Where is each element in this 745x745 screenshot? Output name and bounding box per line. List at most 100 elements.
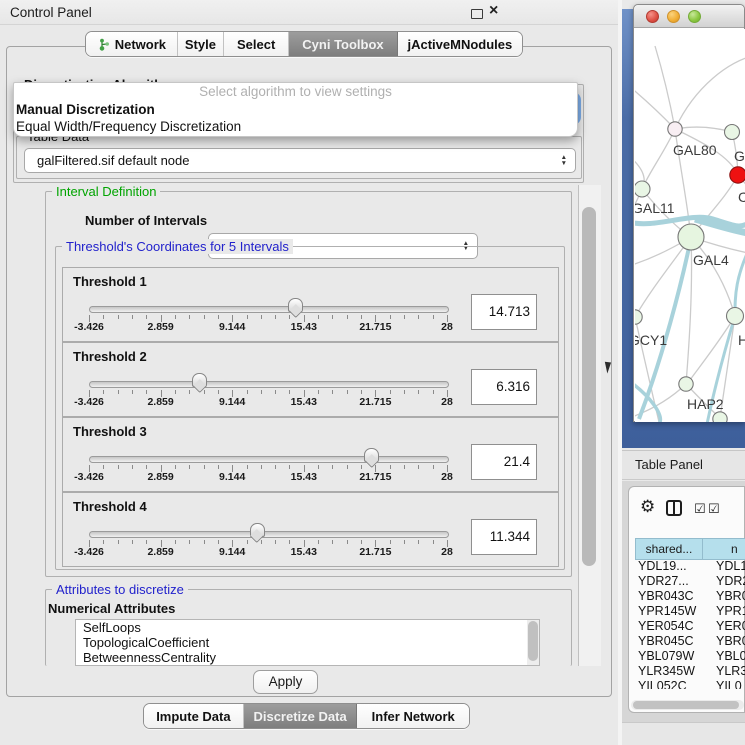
split-columns-icon[interactable] [666,500,682,516]
minor-tick [390,540,391,544]
cell-name[interactable]: YBR0 [716,634,745,648]
threshold-4-slider-thumb[interactable] [250,523,265,542]
threshold-3-slider-track[interactable] [89,456,449,463]
table-row[interactable]: YBR043C YBR0 [638,589,745,604]
cell-shared-name[interactable]: YBR045C [638,634,694,648]
node-label-gal4: GAL4 [693,252,729,268]
minimize-traffic-light[interactable] [667,10,680,23]
tab-network[interactable]: Network [86,32,178,56]
dropdown-option-equal-width-frequency[interactable]: Equal Width/Frequency Discretization [16,119,575,137]
tab-style[interactable]: Style [178,32,224,56]
zoom-traffic-light[interactable] [688,10,701,23]
cell-shared-name[interactable]: YPR145W [638,604,696,618]
node-hap2[interactable] [679,377,693,391]
cell-name[interactable]: YBR0 [716,589,745,603]
attributes-list-scroll-thumb[interactable] [528,621,538,661]
close-icon[interactable]: × [489,2,498,20]
node-gal80[interactable] [668,122,682,136]
table-row[interactable]: YLR345W YLR3 [638,664,745,679]
tab-cyni-toolbox[interactable]: Cyni Toolbox [289,32,398,56]
tab-infer-network[interactable]: Infer Network [357,704,469,728]
dropdown-option-manual-discretization[interactable]: Manual Discretization [16,102,575,120]
unselect-all-columns-icon[interactable]: ☑ [708,501,720,517]
table-row[interactable]: YDR27... YDR2 [638,574,745,589]
cell-shared-name[interactable]: YER054C [638,619,694,633]
minor-tick [204,540,205,544]
table-row[interactable]: YBR045C YBR0 [638,634,745,649]
column-header-shared-name[interactable]: shared... [635,538,703,560]
cell-name[interactable]: YER0 [716,619,745,633]
tab-select[interactable]: Select [224,32,289,56]
minor-tick [218,540,219,544]
minor-tick [347,465,348,469]
apply-button[interactable]: Apply [253,670,318,694]
table-row[interactable]: YIL052C YIL0 [638,679,745,689]
network-icon [97,38,110,51]
network-view-window[interactable]: GAL80 GA C GAL11 GAL4 GCY1 H HAP2 [633,4,745,422]
tab-jactivemnodules[interactable]: jActiveMNodules [398,32,522,56]
node-h[interactable] [727,308,744,325]
minor-tick [433,540,434,544]
cell-name[interactable]: YBL0 [716,649,745,663]
threshold-2-slider-track[interactable] [89,381,449,388]
network-window-titlebar[interactable] [634,5,744,28]
float-window-icon[interactable] [471,9,483,19]
tab-discretize-data[interactable]: Discretize Data [244,704,358,728]
cell-name[interactable]: YPR1 [716,604,745,618]
table-data-combobox[interactable]: galFiltered.sif default node ▲▼ [24,148,576,173]
threshold-2-value-field[interactable]: 6.316 [471,369,537,405]
table-row[interactable]: YPR145W YPR1 [638,604,745,619]
settings-scroll-thumb[interactable] [582,207,596,566]
cell-shared-name[interactable]: YLR345W [638,664,695,678]
cell-shared-name[interactable]: YBL079W [638,649,694,663]
tab-impute-data[interactable]: Impute Data [144,704,244,728]
minor-tick [404,465,405,469]
minor-tick [218,465,219,469]
threshold-4-slider-track[interactable] [89,531,449,538]
minor-tick [332,390,333,394]
threshold-2-slider-thumb[interactable] [192,373,207,392]
minor-tick [204,465,205,469]
table-row[interactable]: YBL079W YBL0 [638,649,745,664]
minor-tick [433,465,434,469]
close-traffic-light[interactable] [646,10,659,23]
table-hscroll-thumb[interactable] [633,701,739,709]
node-gal4[interactable] [678,224,704,250]
node-bottom-partial[interactable] [713,412,727,422]
threshold-3-value-field[interactable]: 21.4 [471,444,537,480]
minor-tick [418,315,419,319]
minor-tick [332,540,333,544]
cell-name[interactable]: YDL1 [716,559,745,573]
cell-name[interactable]: YLR3 [716,664,745,678]
minor-tick [175,540,176,544]
attributes-group-title: Attributes to discretize [52,582,188,597]
cell-shared-name[interactable]: YIL052C [638,679,687,689]
column-header-name[interactable]: n [702,538,745,560]
threshold-4-value-field[interactable]: 11.344 [471,519,537,555]
select-all-columns-icon[interactable]: ☑ [694,501,706,517]
cell-shared-name[interactable]: YBR043C [638,589,694,603]
minor-tick [247,390,248,394]
threshold-1-slider-track[interactable] [89,306,449,313]
network-canvas[interactable]: GAL80 GA C GAL11 GAL4 GCY1 H HAP2 [635,29,745,422]
attribute-list-item[interactable]: BetweennessCentrality [76,650,539,665]
node-gal11[interactable] [635,181,650,197]
table-row[interactable]: YER054C YER0 [638,619,745,634]
node-gal-right[interactable] [725,125,740,140]
node-label-gal11: GAL11 [635,200,675,216]
attribute-list-item[interactable]: TopologicalCoefficient [76,635,539,650]
threshold-1-value-field[interactable]: 14.713 [471,294,537,330]
threshold-3-slider-thumb[interactable] [364,448,379,467]
node-red[interactable] [730,167,745,183]
attribute-list-item[interactable]: SelfLoops [76,620,539,635]
cell-shared-name[interactable]: YDL19... [638,559,687,573]
gear-icon[interactable]: ⚙ [640,497,655,517]
minor-tick [175,465,176,469]
dropdown-option-prompt[interactable]: Select algorithm to view settings [16,84,575,102]
minor-tick [189,390,190,394]
cell-shared-name[interactable]: YDR27... [638,574,689,588]
cell-name[interactable]: YIL0 [716,679,742,689]
table-row[interactable]: YDL19... YDL1 [638,559,745,574]
cell-name[interactable]: YDR2 [716,574,745,588]
node-gcy1[interactable] [635,310,642,324]
